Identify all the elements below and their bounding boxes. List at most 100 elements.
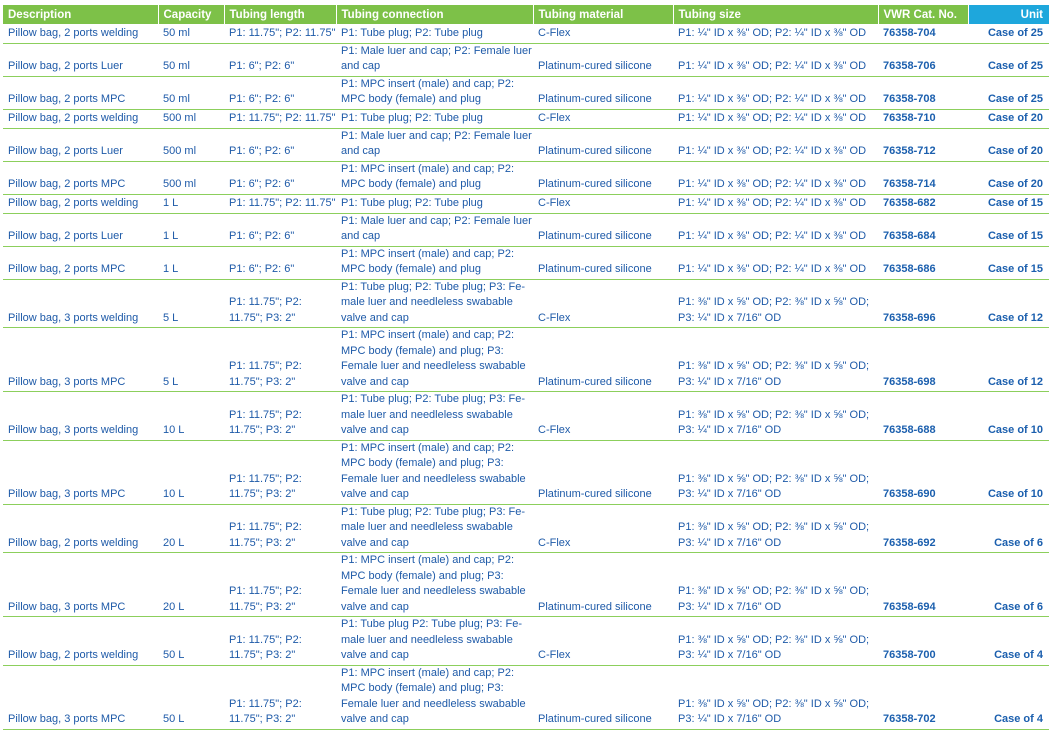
- tubing-connection-cell: P1: Tube plug; P2: Tube plug; P3: Fe-mal…: [336, 391, 533, 441]
- tubing-connection-cell: P1: Male luer and cap; P2: Female luer a…: [336, 128, 533, 162]
- description-cell: Pillow bag, 3 ports welding: [3, 279, 158, 328]
- cat-no-cell: 76358-700: [878, 616, 968, 666]
- description-cell: Pillow bag, 3 ports MPC: [3, 552, 158, 617]
- tubing-material-cell: Platinum-cured silicone: [533, 128, 673, 162]
- table-row: Pillow bag, 2 ports Luer 1 L P1: 6"; P2: 6…: [3, 213, 1049, 247]
- tubing-material-cell: Platinum-cured silicone: [533, 246, 673, 280]
- cat-no-cell: 76358-714: [878, 161, 968, 195]
- tubing-material-cell: Platinum-cured silicone: [533, 327, 673, 392]
- capacity-cell: 5 L: [158, 279, 224, 328]
- tubing-size-cell: P1: ¼" ID x ⅜" OD; P2: ¼" ID x ⅜" OD: [673, 246, 878, 280]
- tubing-length-cell: P1: 11.75"; P2: 11.75"; P3: 2": [224, 391, 336, 441]
- unit-cell: Case of 4: [968, 616, 1049, 666]
- header-tubing-material: Tubing material: [533, 5, 674, 24]
- table-row: Pillow bag, 2 ports MPC 50 ml P1: 6"; P2: …: [3, 76, 1049, 110]
- description-cell: Pillow bag, 3 ports welding: [3, 391, 158, 441]
- cat-no-cell: 76358-712: [878, 128, 968, 162]
- tubing-size-cell: P1: ⅜" ID x ⅝" OD; P2: ⅜" ID x ⅝" OD; P3…: [673, 665, 878, 730]
- tubing-size-cell: P1: ¼" ID x ⅜" OD; P2: ¼" ID x ⅜" OD: [673, 24, 878, 44]
- tubing-material-cell: Platinum-cured silicone: [533, 552, 673, 617]
- header-tubing-size: Tubing size: [673, 5, 879, 24]
- cat-no-cell: 76358-688: [878, 391, 968, 441]
- product-table-container: Description Capacity Tubing length Tubin…: [3, 5, 1049, 730]
- table-row: Pillow bag, 3 ports MPC 10 L P1: 11.75"; P…: [3, 440, 1049, 505]
- unit-cell: Case of 15: [968, 246, 1049, 280]
- table-body: Pillow bag, 2 ports welding 50 ml P1: 11.7…: [3, 24, 1049, 730]
- tubing-length-cell: P1: 11.75"; P2: 11.75"; P3: 2": [224, 440, 336, 505]
- header-tubing-length: Tubing length: [224, 5, 337, 24]
- unit-cell: Case of 20: [968, 109, 1049, 129]
- header-description: Description: [3, 5, 159, 24]
- cat-no-cell: 76358-704: [878, 24, 968, 44]
- tubing-size-cell: P1: ⅜" ID x ⅝" OD; P2: ⅜" ID x ⅝" OD; P3…: [673, 552, 878, 617]
- capacity-cell: 20 L: [158, 504, 224, 553]
- header-tubing-connection: Tubing connection: [336, 5, 534, 24]
- tubing-connection-cell: P1: MPC insert (male) and cap; P2: MPC b…: [336, 440, 533, 505]
- description-cell: Pillow bag, 2 ports Luer: [3, 213, 158, 247]
- tubing-length-cell: P1: 6"; P2: 6": [224, 161, 336, 195]
- tubing-material-cell: C-Flex: [533, 279, 673, 328]
- cat-no-cell: 76358-698: [878, 327, 968, 392]
- tubing-length-cell: P1: 11.75"; P2: 11.75"; P3: 2": [224, 279, 336, 328]
- capacity-cell: 1 L: [158, 194, 224, 214]
- tubing-material-cell: Platinum-cured silicone: [533, 76, 673, 110]
- tubing-length-cell: P1: 11.75"; P2: 11.75": [224, 24, 336, 44]
- tubing-connection-cell: P1: MPC insert (male) and cap; P2: MPC b…: [336, 665, 533, 730]
- tubing-connection-cell: P1: MPC insert (male) and cap; P2: MPC b…: [336, 76, 533, 110]
- tubing-connection-cell: P1: Tube plug; P2: Tube plug; P3: Fe-mal…: [336, 279, 533, 328]
- header-row: Description Capacity Tubing length Tubin…: [3, 5, 1049, 24]
- tubing-material-cell: Platinum-cured silicone: [533, 665, 673, 730]
- tubing-material-cell: C-Flex: [533, 391, 673, 441]
- tubing-length-cell: P1: 6"; P2: 6": [224, 76, 336, 110]
- product-table: Description Capacity Tubing length Tubin…: [3, 5, 1049, 730]
- capacity-cell: 1 L: [158, 246, 224, 280]
- cat-no-cell: 76358-702: [878, 665, 968, 730]
- tubing-connection-cell: P1: Tube plug P2: Tube plug; P3: Fe-male…: [336, 616, 533, 666]
- table-row: Pillow bag, 2 ports welding 500 ml P1: 11.…: [3, 109, 1049, 129]
- tubing-length-cell: P1: 11.75"; P2: 11.75"; P3: 2": [224, 552, 336, 617]
- tubing-size-cell: P1: ¼" ID x ⅜" OD; P2: ¼" ID x ⅜" OD: [673, 213, 878, 247]
- description-cell: Pillow bag, 3 ports MPC: [3, 665, 158, 730]
- capacity-cell: 10 L: [158, 391, 224, 441]
- description-cell: Pillow bag, 2 ports Luer: [3, 128, 158, 162]
- unit-cell: Case of 10: [968, 391, 1049, 441]
- tubing-connection-cell: P1: Male luer and cap; P2: Female luer a…: [336, 43, 533, 77]
- unit-cell: Case of 20: [968, 161, 1049, 195]
- cat-no-cell: 76358-682: [878, 194, 968, 214]
- capacity-cell: 50 L: [158, 665, 224, 730]
- tubing-length-cell: P1: 11.75"; P2: 11.75"; P3: 2": [224, 327, 336, 392]
- cat-no-cell: 76358-686: [878, 246, 968, 280]
- tubing-material-cell: C-Flex: [533, 616, 673, 666]
- tubing-material-cell: Platinum-cured silicone: [533, 440, 673, 505]
- table-row: Pillow bag, 2 ports MPC 1 L P1: 6"; P2: 6"…: [3, 246, 1049, 280]
- tubing-size-cell: P1: ⅜" ID x ⅝" OD; P2: ⅜" ID x ⅝" OD; P3…: [673, 327, 878, 392]
- cat-no-cell: 76358-684: [878, 213, 968, 247]
- tubing-size-cell: P1: ¼" ID x ⅜" OD; P2: ¼" ID x ⅜" OD: [673, 194, 878, 214]
- header-unit: Unit: [968, 5, 1049, 24]
- tubing-connection-cell: P1: MPC insert (male) and cap; P2: MPC b…: [336, 327, 533, 392]
- capacity-cell: 50 ml: [158, 43, 224, 77]
- description-cell: Pillow bag, 2 ports welding: [3, 194, 158, 214]
- description-cell: Pillow bag, 3 ports MPC: [3, 327, 158, 392]
- description-cell: Pillow bag, 2 ports welding: [3, 616, 158, 666]
- tubing-connection-cell: P1: Male luer and cap; P2: Female luer a…: [336, 213, 533, 247]
- table-row: Pillow bag, 2 ports MPC 500 ml P1: 6"; P2:…: [3, 161, 1049, 195]
- tubing-connection-cell: P1: Tube plug; P2: Tube plug: [336, 194, 533, 214]
- tubing-material-cell: C-Flex: [533, 194, 673, 214]
- unit-cell: Case of 12: [968, 327, 1049, 392]
- unit-cell: Case of 25: [968, 43, 1049, 77]
- description-cell: Pillow bag, 3 ports MPC: [3, 440, 158, 505]
- tubing-size-cell: P1: ¼" ID x ⅜" OD; P2: ¼" ID x ⅜" OD: [673, 43, 878, 77]
- tubing-material-cell: C-Flex: [533, 24, 673, 44]
- table-row: Pillow bag, 2 ports Luer 500 ml P1: 6"; P2…: [3, 128, 1049, 162]
- tubing-material-cell: Platinum-cured silicone: [533, 161, 673, 195]
- capacity-cell: 50 ml: [158, 24, 224, 44]
- tubing-size-cell: P1: ¼" ID x ⅜" OD; P2: ¼" ID x ⅜" OD: [673, 76, 878, 110]
- unit-cell: Case of 25: [968, 24, 1049, 44]
- description-cell: Pillow bag, 2 ports MPC: [3, 246, 158, 280]
- description-cell: Pillow bag, 2 ports welding: [3, 24, 158, 44]
- tubing-connection-cell: P1: Tube plug; P2: Tube plug: [336, 109, 533, 129]
- tubing-material-cell: C-Flex: [533, 109, 673, 129]
- unit-cell: Case of 15: [968, 194, 1049, 214]
- tubing-length-cell: P1: 6"; P2: 6": [224, 43, 336, 77]
